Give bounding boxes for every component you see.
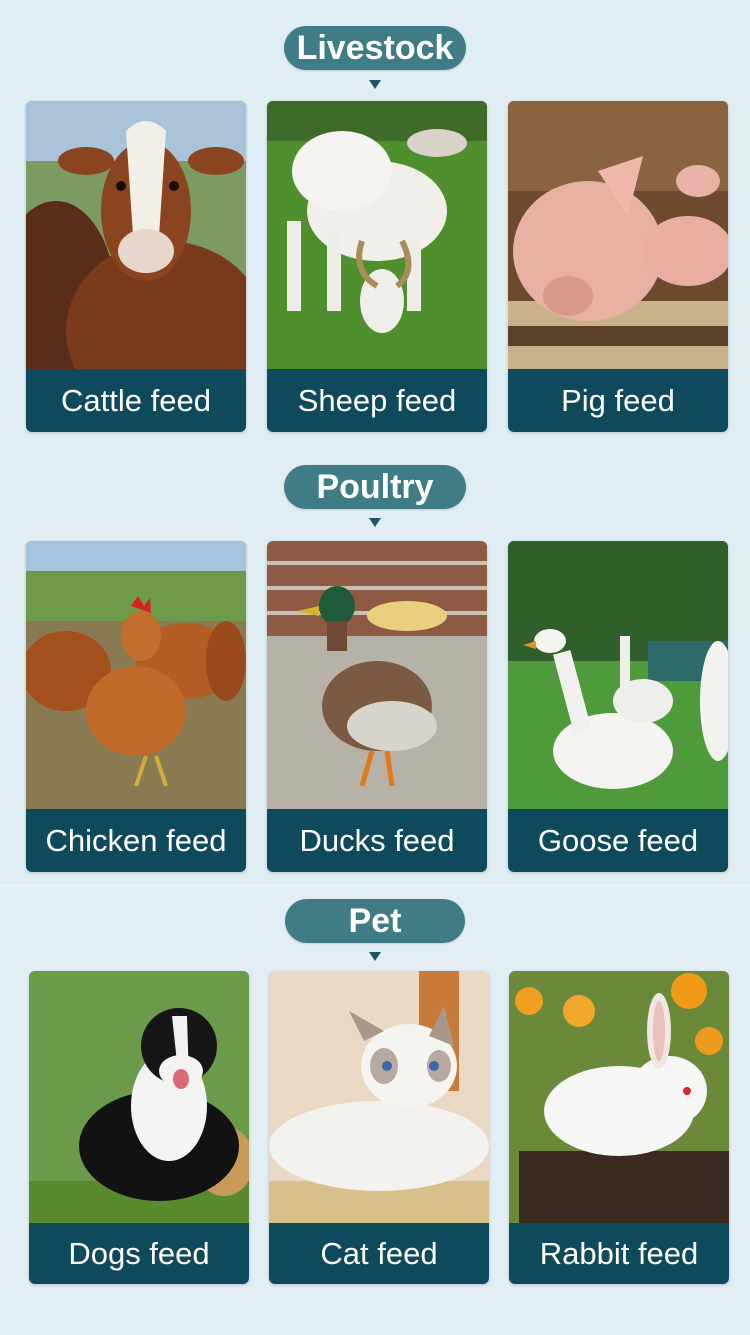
- poultry-section: Poultry Chicken feed Ducks feed Goose fe…: [0, 445, 750, 885]
- chicken-photo: [26, 541, 246, 809]
- pet-section: Pet Dogs feed Cat feed Rabbit feed: [0, 885, 750, 1335]
- goose-feed-card[interactable]: Goose feed: [508, 541, 728, 872]
- cattle-feed-card[interactable]: Cattle feed: [26, 101, 246, 432]
- duck-photo: [267, 541, 487, 809]
- pig-photo: [508, 101, 728, 369]
- dogs-feed-card[interactable]: Dogs feed: [29, 971, 249, 1284]
- dog-photo: [29, 971, 249, 1223]
- rabbit-photo: [509, 971, 729, 1223]
- goose-photo: [508, 541, 728, 809]
- cattle-feed-label: Cattle feed: [26, 369, 246, 432]
- livestock-section: Livestock Cattle feed Sheep feed Pig fee…: [0, 0, 750, 445]
- pet-heading: Pet: [285, 899, 465, 943]
- cattle-photo: [26, 101, 246, 369]
- cat-photo: [269, 971, 489, 1223]
- sheep-photo: [267, 101, 487, 369]
- dogs-feed-label: Dogs feed: [29, 1223, 249, 1284]
- pig-feed-card[interactable]: Pig feed: [508, 101, 728, 432]
- pig-feed-label: Pig feed: [508, 369, 728, 432]
- sheep-feed-label: Sheep feed: [267, 369, 487, 432]
- rabbit-feed-label: Rabbit feed: [509, 1223, 729, 1284]
- cat-feed-label: Cat feed: [269, 1223, 489, 1284]
- livestock-heading: Livestock: [284, 26, 466, 70]
- chicken-feed-card[interactable]: Chicken feed: [26, 541, 246, 872]
- ducks-feed-label: Ducks feed: [267, 809, 487, 872]
- down-arrow-icon: [369, 80, 381, 89]
- sheep-feed-card[interactable]: Sheep feed: [267, 101, 487, 432]
- poultry-heading: Poultry: [284, 465, 466, 509]
- down-arrow-icon: [369, 952, 381, 961]
- rabbit-feed-card[interactable]: Rabbit feed: [509, 971, 729, 1284]
- ducks-feed-card[interactable]: Ducks feed: [267, 541, 487, 872]
- goose-feed-label: Goose feed: [508, 809, 728, 872]
- chicken-feed-label: Chicken feed: [26, 809, 246, 872]
- down-arrow-icon: [369, 518, 381, 527]
- cat-feed-card[interactable]: Cat feed: [269, 971, 489, 1284]
